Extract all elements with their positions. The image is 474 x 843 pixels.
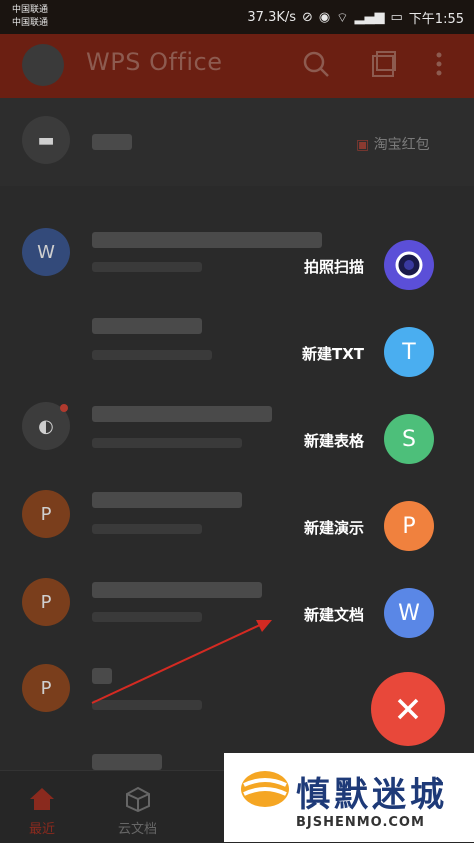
home-icon	[30, 788, 54, 810]
document-icon[interactable]: W	[384, 588, 434, 638]
fab-label-sheet[interactable]: 新建表格	[254, 430, 364, 451]
fab-label-presentation[interactable]: 新建演示	[254, 517, 364, 538]
close-icon	[397, 698, 419, 720]
spreadsheet-icon[interactable]: S	[384, 414, 434, 464]
watermark-url: BJSHENMO.COM	[296, 815, 425, 830]
watermark: 慎默迷城 BJSHENMO.COM	[224, 753, 474, 842]
tab-recent[interactable]: 最近	[28, 786, 56, 837]
watermark-logo	[241, 771, 289, 807]
fab-label-txt[interactable]: 新建TXT	[254, 343, 364, 364]
tab-recent-label: 最近	[28, 822, 55, 837]
fab-label-scan[interactable]: 拍照扫描	[254, 256, 364, 277]
cube-icon	[125, 786, 150, 813]
tab-cloud-label: 云文档	[118, 822, 158, 837]
txt-icon[interactable]: T	[384, 327, 434, 377]
camera-lens-icon[interactable]	[384, 240, 434, 290]
tab-cloud[interactable]: 云文档	[118, 786, 157, 837]
close-fab-button[interactable]	[371, 672, 445, 746]
watermark-text: 慎默迷城	[296, 775, 448, 815]
fab-label-document[interactable]: 新建文档	[254, 604, 364, 625]
presentation-icon[interactable]: P	[384, 501, 434, 551]
